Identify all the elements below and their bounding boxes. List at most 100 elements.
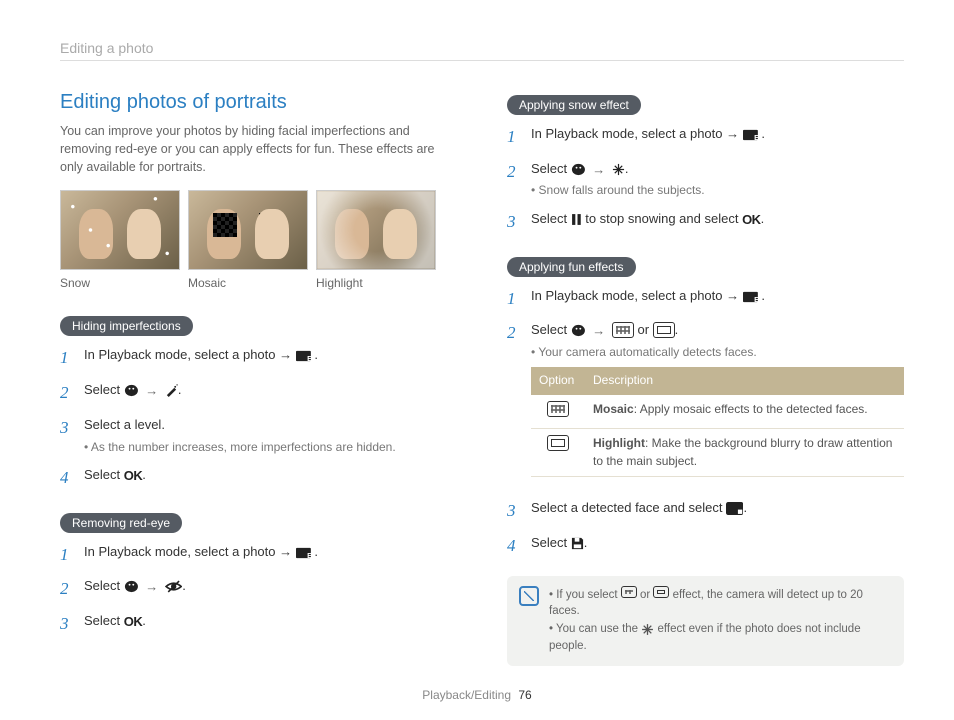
example-thumbnails bbox=[60, 190, 457, 270]
breadcrumb-header: Editing a photo bbox=[60, 40, 904, 61]
snow-icon bbox=[641, 623, 654, 636]
step-text: . bbox=[142, 467, 146, 482]
step-text: or bbox=[637, 322, 649, 337]
edit-mode-icon: E bbox=[296, 546, 315, 559]
step-text: . bbox=[743, 500, 747, 515]
thumb-labels: Snow Mosaic Highlight bbox=[60, 276, 457, 290]
page-title: Editing photos of portraits bbox=[60, 91, 457, 114]
label-mosaic: Mosaic bbox=[188, 276, 308, 290]
step-number: 4 bbox=[507, 534, 521, 559]
arrow-icon: → bbox=[592, 324, 605, 337]
left-column: Editing photos of portraits You can impr… bbox=[60, 91, 457, 666]
step-text: . bbox=[178, 382, 182, 397]
confirm-rect-icon bbox=[726, 502, 743, 515]
steps-redeye: 1 In Playback mode, select a photo → E .… bbox=[60, 543, 457, 637]
arrow-icon: → bbox=[145, 384, 158, 397]
step-text: Select bbox=[531, 535, 567, 550]
save-disk-icon bbox=[571, 537, 584, 550]
steps-snow: 1 In Playback mode, select a photo → E .… bbox=[507, 125, 904, 235]
heading-removing-redeye: Removing red-eye bbox=[60, 513, 182, 533]
table-row: Mosaic: Apply mosaic effects to the dete… bbox=[531, 395, 904, 429]
steps-hiding: 1 In Playback mode, select a photo → E .… bbox=[60, 346, 457, 490]
step-text: Select bbox=[84, 382, 120, 397]
mosaic-option-icon bbox=[612, 322, 634, 340]
step-text: . bbox=[142, 613, 146, 628]
step-text: In Playback mode, select a photo → bbox=[84, 544, 292, 559]
thumb-mosaic bbox=[188, 190, 308, 270]
page-footer: Playback/Editing 76 bbox=[0, 688, 954, 702]
step-number: 2 bbox=[507, 321, 521, 346]
step-text: Select bbox=[531, 211, 567, 226]
step-text: to stop snowing and select bbox=[585, 211, 738, 226]
mosaic-option-icon bbox=[547, 401, 569, 417]
options-table: Option Description Mosaic: Apply mosaic … bbox=[531, 367, 904, 477]
step-number: 3 bbox=[60, 416, 74, 441]
svg-text:E: E bbox=[307, 355, 312, 363]
step-text: Select bbox=[84, 578, 120, 593]
note-line: You can use the effect even if the photo… bbox=[549, 621, 892, 653]
step-number: 1 bbox=[507, 125, 521, 150]
svg-text:E: E bbox=[307, 551, 312, 559]
page-number: 76 bbox=[518, 688, 531, 702]
step-number: 1 bbox=[60, 346, 74, 371]
step-text: . bbox=[761, 211, 765, 226]
step-sub: As the number increases, more imperfecti… bbox=[84, 439, 457, 456]
step-text: Select bbox=[531, 322, 567, 337]
highlight-option-icon bbox=[653, 322, 675, 340]
heading-fun-effects: Applying fun effects bbox=[507, 257, 636, 277]
opt-desc: : Apply mosaic effects to the detected f… bbox=[634, 402, 868, 416]
step-text: . bbox=[584, 535, 588, 550]
th-option: Option bbox=[531, 367, 585, 394]
step-text: Select bbox=[84, 467, 120, 482]
intro-text: You can improve your photos by hiding fa… bbox=[60, 122, 457, 176]
note-line: If you select or effect, the camera will… bbox=[549, 586, 892, 619]
face-palette-icon bbox=[571, 163, 586, 176]
highlight-option-icon bbox=[547, 435, 569, 451]
highlight-option-icon bbox=[653, 586, 669, 598]
arrow-icon: → bbox=[145, 580, 158, 593]
thumb-snow bbox=[60, 190, 180, 270]
step-text: In Playback mode, select a photo → bbox=[84, 347, 292, 362]
step-text: . bbox=[625, 161, 629, 176]
step-number: 2 bbox=[60, 577, 74, 602]
svg-text:E: E bbox=[754, 133, 759, 141]
redeye-icon bbox=[165, 580, 182, 593]
heading-snow-effect: Applying snow effect bbox=[507, 95, 641, 115]
opt-name: Highlight bbox=[593, 436, 645, 450]
thumb-highlight bbox=[316, 190, 436, 270]
step-text: Select bbox=[84, 613, 120, 628]
face-palette-icon bbox=[124, 384, 139, 397]
note-box: If you select or effect, the camera will… bbox=[507, 576, 904, 665]
ok-icon: OK bbox=[124, 469, 143, 482]
ok-icon: OK bbox=[742, 213, 761, 226]
edit-mode-icon: E bbox=[743, 290, 762, 303]
face-palette-icon bbox=[124, 580, 139, 593]
note-icon bbox=[519, 586, 539, 606]
step-text: . bbox=[675, 322, 679, 337]
face-palette-icon bbox=[571, 324, 586, 337]
mosaic-option-icon bbox=[621, 586, 637, 598]
edit-mode-icon: E bbox=[743, 128, 762, 141]
retouch-wand-icon bbox=[165, 384, 178, 397]
step-text: In Playback mode, select a photo → bbox=[531, 126, 739, 141]
arrow-icon: → bbox=[592, 163, 605, 176]
step-number: 1 bbox=[507, 287, 521, 312]
right-column: Applying snow effect 1 In Playback mode,… bbox=[507, 91, 904, 666]
label-snow: Snow bbox=[60, 276, 180, 290]
footer-section: Playback/Editing bbox=[422, 688, 511, 702]
step-text: In Playback mode, select a photo → bbox=[531, 288, 739, 303]
steps-fun: 1 In Playback mode, select a photo → E .… bbox=[507, 287, 904, 559]
step-text: Select a detected face and select bbox=[531, 500, 723, 515]
svg-text:E: E bbox=[754, 295, 759, 303]
th-description: Description bbox=[585, 367, 904, 394]
step-number: 2 bbox=[60, 381, 74, 406]
pause-icon bbox=[571, 213, 582, 226]
edit-mode-icon: E bbox=[296, 349, 315, 362]
step-sub: Snow falls around the subjects. bbox=[531, 182, 904, 199]
step-number: 4 bbox=[60, 466, 74, 491]
label-highlight: Highlight bbox=[316, 276, 436, 290]
table-row: Highlight: Make the background blurry to… bbox=[531, 429, 904, 477]
step-text: . bbox=[182, 578, 186, 593]
opt-name: Mosaic bbox=[593, 402, 634, 416]
step-sub: Your camera automatically detects faces. bbox=[531, 344, 904, 361]
